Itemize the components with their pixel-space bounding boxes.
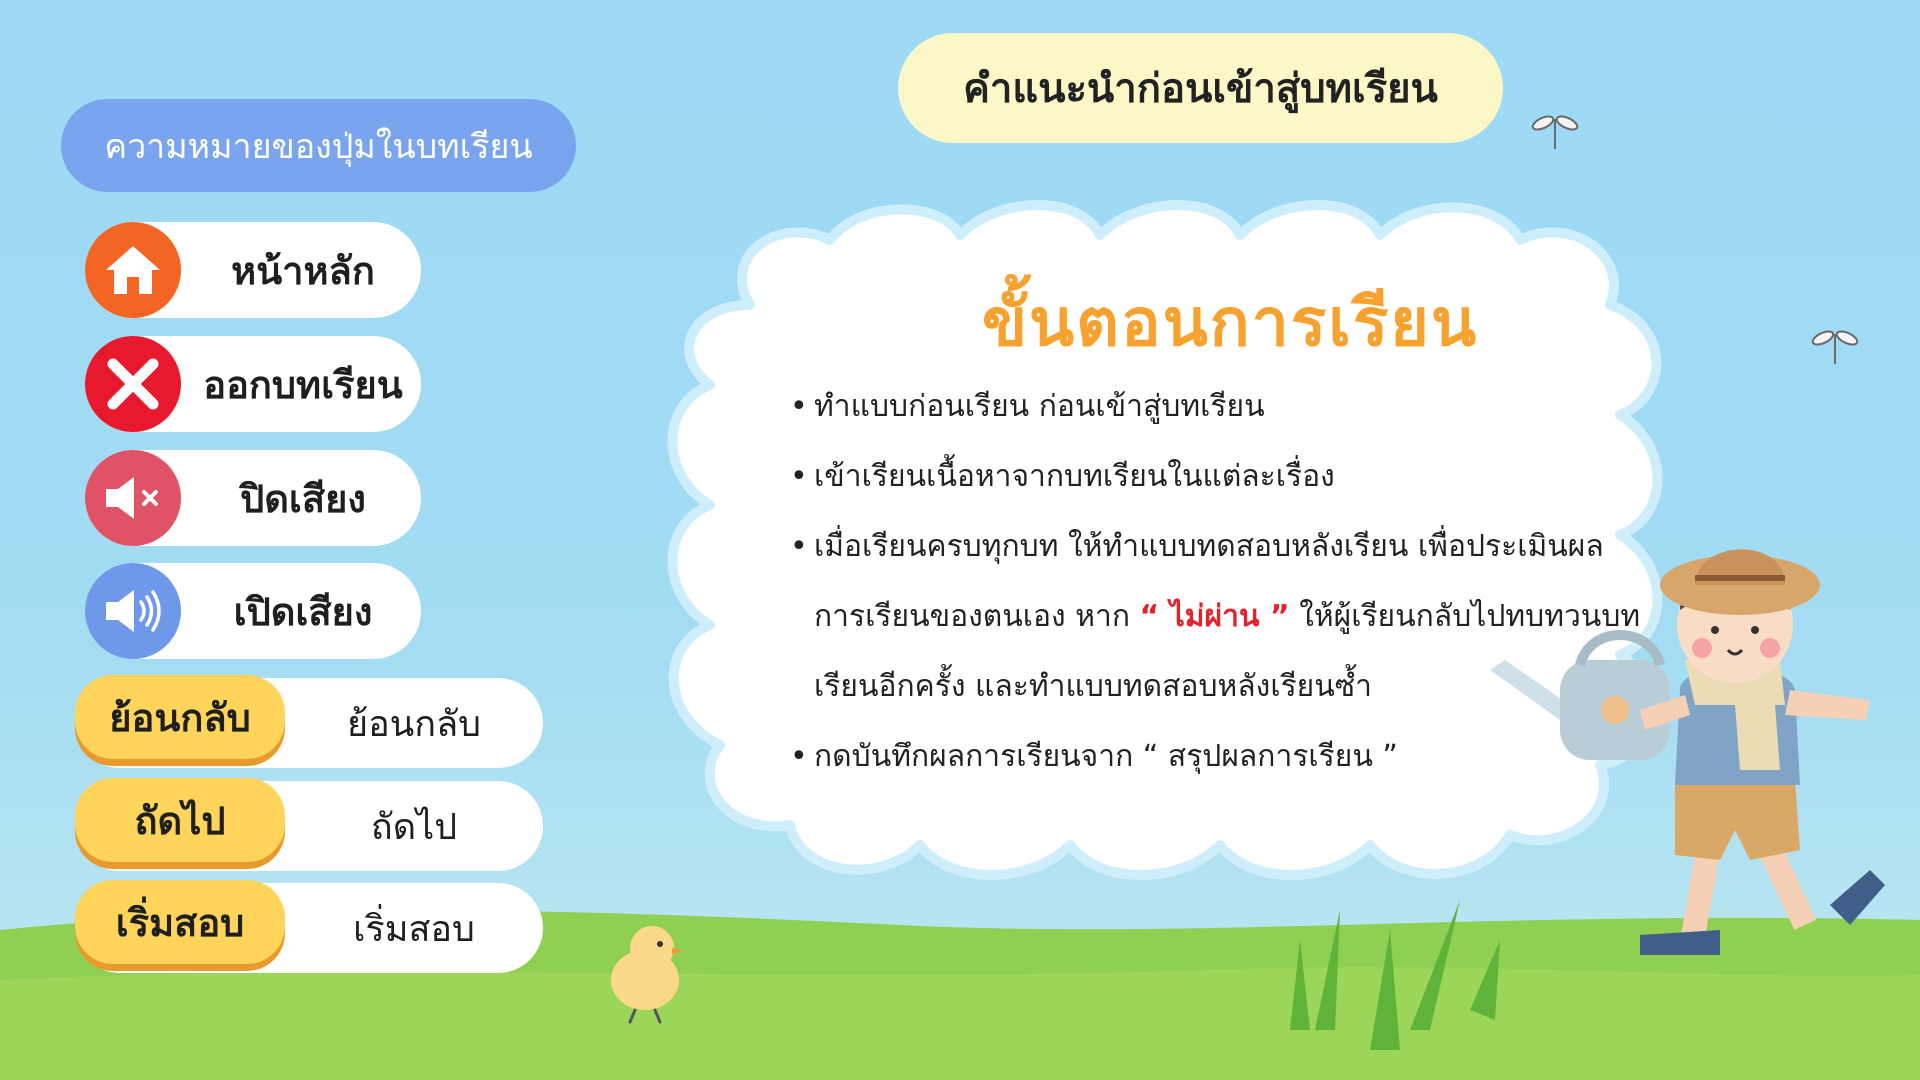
legend-home-button[interactable]: หน้าหลัก <box>85 222 421 318</box>
step-1: ทำแบบก่อนเรียน ก่อนเข้าสู่บทเรียน <box>790 372 1670 442</box>
next-label: ถัดไป <box>370 806 458 848</box>
start-exam-label: เริ่มสอบ <box>353 908 475 950</box>
legend-exit-button[interactable]: ออกบทเรียน <box>85 336 421 432</box>
mute-label: ปิดเสียง <box>240 476 366 521</box>
dragonfly-icon <box>1811 330 1859 364</box>
exit-lesson-label: ออกบทเรียน <box>203 362 403 407</box>
home-icon[interactable] <box>85 222 181 318</box>
steps-heading: ขั้นตอนการเรียน <box>981 284 1479 361</box>
fail-highlight: “ ไม่ผ่าน ” <box>1139 599 1290 634</box>
home-label: หน้าหลัก <box>231 248 375 293</box>
step-3-line-3: เรียนอีกครั้ง และทำแบบทดสอบหลังเรียนซ้ำ <box>814 669 1372 704</box>
start-exam-button[interactable]: เริ่มสอบ <box>75 880 285 964</box>
legend-mute-button[interactable]: ปิดเสียง <box>85 450 421 546</box>
step-2: เข้าเรียนเนื้อหาจากบทเรียนในแต่ละเรื่อง <box>790 442 1670 512</box>
next-button[interactable]: ถัดไป <box>75 778 285 862</box>
legend-unmute-button[interactable]: เปิดเสียง <box>85 563 421 659</box>
legend-next-row: ถัดไป ถัดไป <box>75 778 543 871</box>
boy-illustration-icon <box>1490 549 1885 955</box>
back-button[interactable]: ย้อนกลับ <box>75 675 285 759</box>
chick-icon <box>611 926 684 1024</box>
back-label: ย้อนกลับ <box>346 703 482 745</box>
legend-title: ความหมายของปุ่มในบทเรียน <box>61 99 576 192</box>
close-icon[interactable] <box>85 336 181 432</box>
step-3-line-2-pre: การเรียนของตนเอง หาก <box>814 599 1140 634</box>
slide: คำแนะนำก่อนเข้าสู่บทเรียน ความหมายของปุ่… <box>0 0 1920 1080</box>
unmute-label: เปิดเสียง <box>233 589 373 634</box>
legend-start-exam-row: เริ่มสอบ เริ่มสอบ <box>75 880 543 973</box>
page-title: คำแนะนำก่อนเข้าสู่บทเรียน <box>898 33 1503 143</box>
mute-icon[interactable] <box>85 450 181 546</box>
dragonfly-icon <box>1531 115 1579 149</box>
speaker-icon[interactable] <box>85 563 181 659</box>
legend-back-row: ย้อนกลับ ย้อนกลับ <box>75 675 543 768</box>
